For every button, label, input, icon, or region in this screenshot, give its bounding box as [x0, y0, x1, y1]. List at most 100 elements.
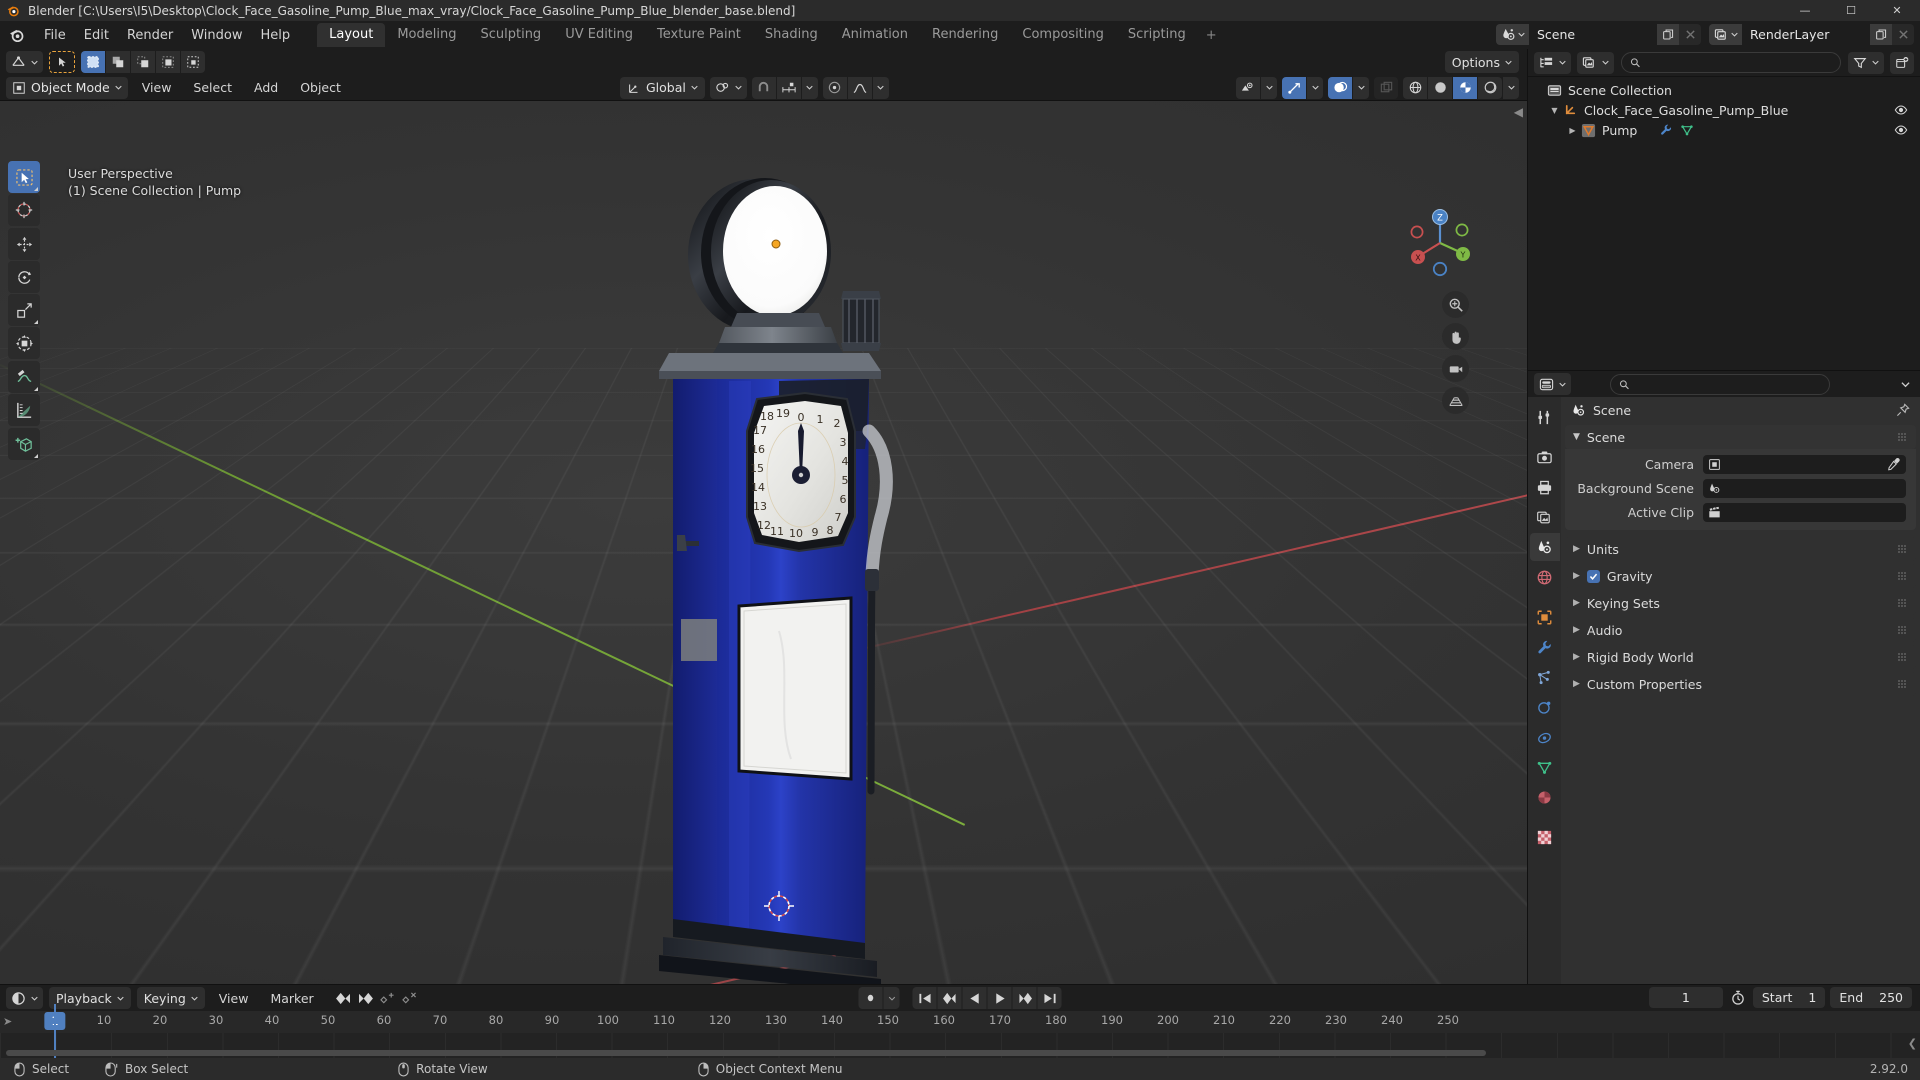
panel-drag-grip-icon[interactable] [1898, 599, 1908, 607]
panel-header-units[interactable]: ▶ Units [1565, 537, 1916, 561]
proportional-edit-toggle[interactable] [822, 76, 847, 99]
shading-chevron[interactable] [1503, 76, 1519, 99]
timeline-region-toggle[interactable]: ➤ [3, 1015, 12, 1028]
jump-to-prev-keyframe-button[interactable] [334, 987, 354, 1009]
viewport-menu-object[interactable]: Object [292, 77, 349, 98]
camera-view-button[interactable] [1442, 355, 1469, 382]
properties-tab-output[interactable] [1530, 473, 1560, 501]
menu-edit[interactable]: Edit [75, 25, 118, 46]
tool-rotate[interactable] [8, 261, 40, 293]
tab-modeling[interactable]: Modeling [385, 23, 468, 47]
properties-tab-physics[interactable] [1530, 693, 1560, 721]
properties-tab-object[interactable] [1530, 603, 1560, 631]
timeline-menu-view[interactable]: View [211, 988, 257, 1009]
overlays-chevron[interactable] [1353, 76, 1369, 99]
show-gizmo-button[interactable] [1282, 76, 1306, 99]
panel-header-keying-sets[interactable]: ▶ Keying Sets [1565, 591, 1916, 615]
snap-target-selector[interactable] [776, 76, 801, 99]
timeline-editor-type-selector[interactable] [6, 987, 43, 1009]
viewport-menu-add[interactable]: Add [246, 77, 286, 98]
outliner-display-mode-selector[interactable] [1577, 51, 1614, 74]
panel-header-custom-properties[interactable]: ▶ Custom Properties [1565, 672, 1916, 696]
keying-set-icon-button[interactable] [858, 987, 883, 1009]
shading-rendered-button[interactable] [1478, 76, 1502, 99]
properties-tab-scene[interactable] [1529, 533, 1560, 561]
scene-selector[interactable]: Scene [1496, 24, 1701, 45]
menu-help[interactable]: Help [252, 25, 300, 46]
visibility-eye-icon[interactable] [1894, 103, 1908, 117]
panel-drag-grip-icon[interactable] [1898, 572, 1908, 580]
new-scene-button[interactable] [1657, 24, 1679, 45]
panel-drag-grip-icon[interactable] [1898, 680, 1908, 688]
snap-toggle-button[interactable] [751, 76, 776, 99]
viewlayer-browse-button[interactable] [1709, 24, 1742, 45]
tool-move[interactable] [8, 228, 40, 260]
prop-field-background-scene[interactable] [1703, 479, 1906, 498]
unlink-scene-button[interactable] [1679, 24, 1701, 45]
pin-icon[interactable] [1896, 403, 1910, 417]
options-dropdown[interactable]: Options [1444, 51, 1519, 73]
panel-drag-grip-icon[interactable] [1898, 653, 1908, 661]
outliner-row-pump[interactable]: ▶ Pump [1528, 120, 1920, 140]
scene-name[interactable]: Scene [1529, 24, 1657, 45]
navigation-gizmo[interactable]: Z Y X [1403, 206, 1477, 280]
shading-wireframe-button[interactable] [1403, 76, 1427, 99]
select-set-button[interactable] [81, 51, 105, 73]
eyedropper-icon[interactable] [1887, 457, 1901, 471]
outliner-editor-type-selector[interactable] [1534, 51, 1571, 74]
mesh-triangle-icon[interactable] [1680, 123, 1694, 137]
jump-to-next-keyframe-button[interactable] [356, 987, 376, 1009]
properties-tab-view-layer[interactable] [1530, 503, 1560, 531]
tool-cursor[interactable] [8, 194, 40, 226]
transform-orientation-selector[interactable]: Global [620, 76, 705, 99]
tab-scripting[interactable]: Scripting [1116, 23, 1198, 47]
maximize-button[interactable]: ☐ [1828, 0, 1874, 21]
viewport-menu-view[interactable]: View [134, 77, 180, 98]
panel-drag-grip-icon[interactable] [1898, 545, 1908, 553]
frame-end-field[interactable]: End 250 [1830, 987, 1912, 1008]
select-subtract-button[interactable] [131, 51, 155, 73]
tool-scale[interactable] [8, 294, 40, 326]
select-invert-button[interactable] [156, 51, 180, 73]
add-workspace-button[interactable]: + [1198, 24, 1225, 47]
falloff-chevron[interactable] [872, 76, 889, 99]
properties-tab-material[interactable] [1530, 783, 1560, 811]
tab-layout[interactable]: Layout [317, 23, 386, 47]
delete-keyframe-button[interactable] [400, 987, 420, 1009]
jump-to-start-button[interactable] [912, 987, 937, 1009]
properties-editor-type-selector[interactable] [1534, 373, 1571, 395]
play-reverse-button[interactable] [962, 987, 987, 1009]
outliner-filter-button[interactable] [1848, 51, 1884, 74]
tab-compositing[interactable]: Compositing [1010, 23, 1116, 47]
shading-solid-button[interactable] [1428, 76, 1452, 99]
panel-header-scene[interactable]: ▼ Scene [1565, 425, 1916, 449]
gizmo-chevron[interactable] [1307, 76, 1323, 99]
current-frame-field[interactable]: 1 [1648, 987, 1723, 1008]
new-collection-button[interactable] [1890, 51, 1914, 74]
play-button[interactable] [987, 987, 1012, 1009]
jump-to-end-button[interactable] [1037, 987, 1062, 1009]
prop-field-active-clip[interactable] [1703, 503, 1906, 522]
visibility-eye-icon[interactable] [1894, 123, 1908, 137]
select-extend-button[interactable] [106, 51, 130, 73]
modifier-wrench-icon[interactable] [1659, 123, 1673, 137]
outliner-row-scene-collection[interactable]: Scene Collection [1528, 80, 1920, 100]
timeline-menu-playback[interactable]: Playback [49, 987, 131, 1009]
viewport-canvas[interactable]: 0 1 2 3 4 5 6 7 8 9 10 11 12 13 14 15 16… [0, 101, 1527, 984]
outliner-search-box[interactable] [1621, 52, 1841, 73]
tab-rendering[interactable]: Rendering [920, 23, 1010, 47]
outliner-row-pump-parent[interactable]: ▼ Clock_Face_Gasoline_Pump_Blue [1528, 100, 1920, 120]
snap-options-chevron[interactable] [801, 76, 818, 99]
prop-field-camera[interactable] [1703, 455, 1906, 474]
scene-browse-button[interactable] [1496, 24, 1529, 45]
tool-tweak-select[interactable] [8, 161, 40, 193]
visibility-chevron[interactable] [1261, 76, 1277, 99]
next-keyframe-button[interactable] [1012, 987, 1037, 1009]
show-overlays-button[interactable] [1328, 76, 1352, 99]
pivot-point-selector[interactable] [709, 76, 747, 99]
tool-transform[interactable] [8, 327, 40, 359]
tab-uv-editing[interactable]: UV Editing [553, 23, 645, 47]
minimize-button[interactable]: — [1782, 0, 1828, 21]
select-intersect-button[interactable] [181, 51, 205, 73]
expander-closed-icon[interactable]: ▶ [1568, 126, 1577, 135]
